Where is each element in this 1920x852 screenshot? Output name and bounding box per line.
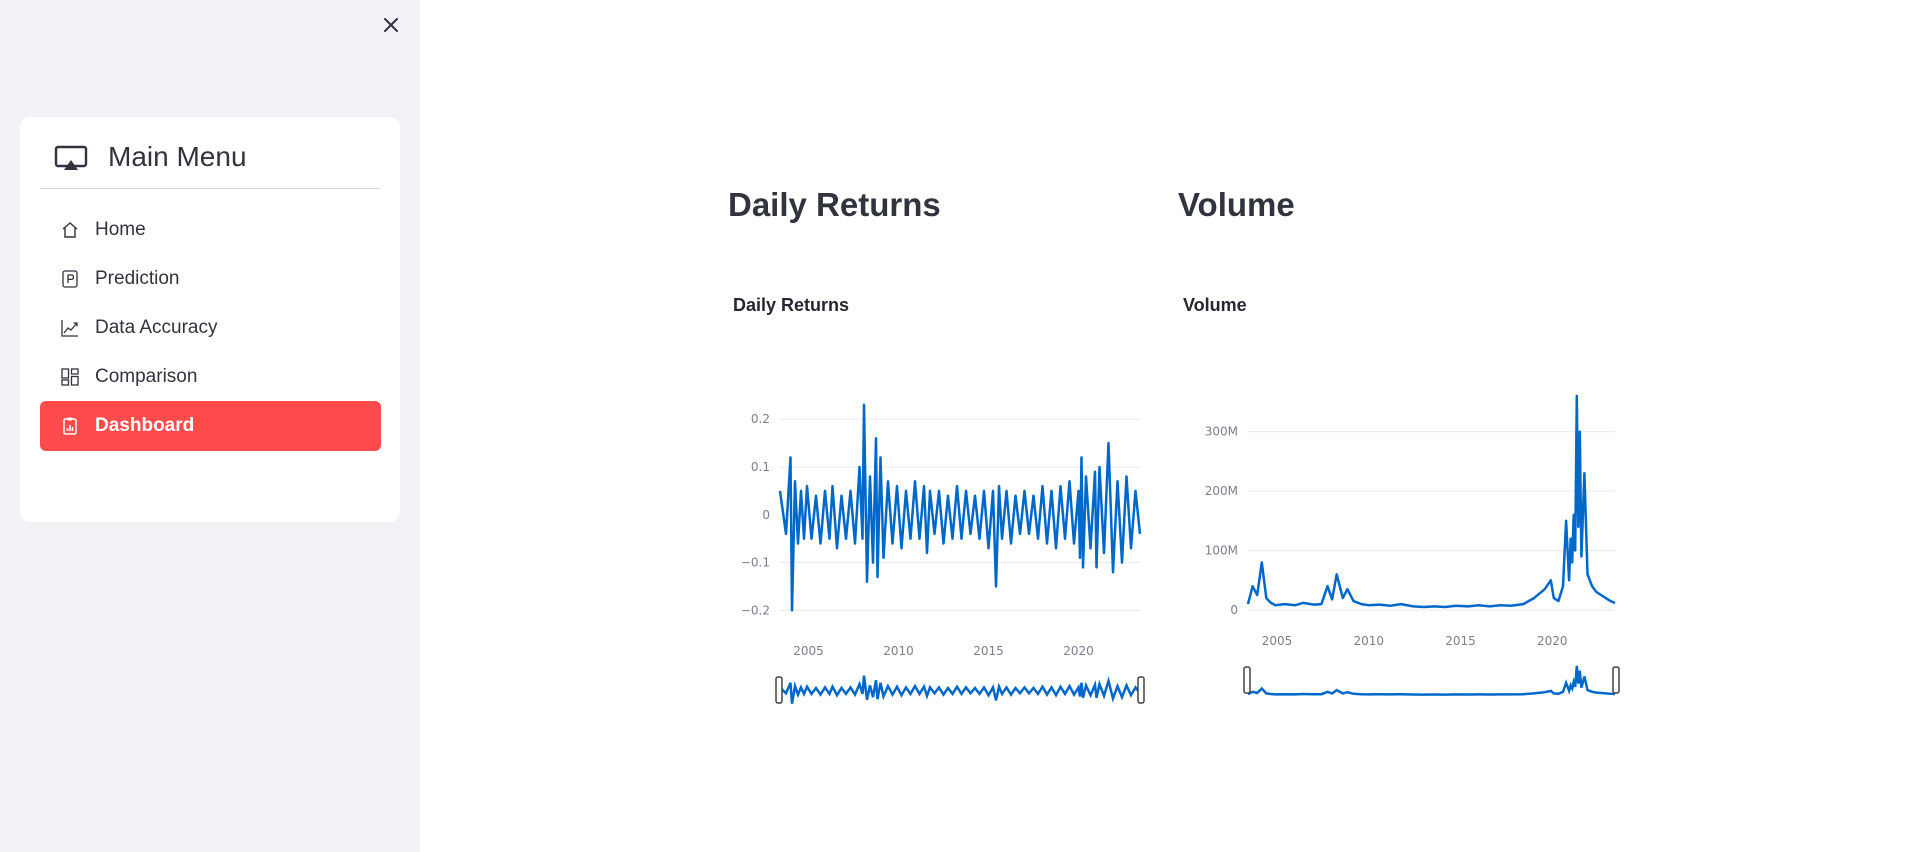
cast-icon	[54, 145, 88, 170]
graph-up-icon	[59, 317, 81, 339]
house-icon	[59, 219, 81, 241]
range-slider-right-handle[interactable]	[1612, 666, 1620, 694]
daily-returns-heading: Daily Returns	[728, 186, 941, 223]
y-tick-label: −0.1	[741, 556, 770, 570]
sidebar-item-prediction[interactable]: Prediction	[40, 254, 381, 304]
daily-returns-chart-title: Daily Returns	[733, 295, 850, 315]
y-tick-label: −0.2	[741, 603, 770, 617]
x-tick-label: 2005	[1262, 634, 1293, 648]
sidebar-item-label: Prediction	[95, 268, 180, 289]
sidebar-item-label: Home	[95, 219, 146, 240]
sidebar-item-home[interactable]: Home	[40, 205, 381, 255]
sidebar-item-data-accuracy[interactable]: Data Accuracy	[40, 303, 381, 353]
y-tick-label: 300M	[1205, 425, 1238, 439]
x-tick-label: 2010	[1354, 634, 1385, 648]
sidebar-item-dashboard[interactable]: Dashboard	[40, 401, 381, 451]
series-line	[778, 403, 1142, 612]
y-tick-label: 0.2	[751, 412, 770, 426]
range-slider-line	[779, 675, 1141, 704]
x-tick-label: 2005	[793, 644, 824, 658]
menu-title: Main Menu	[108, 141, 247, 172]
close-sidebar-button[interactable]	[378, 12, 404, 38]
volume-heading: Volume	[1178, 186, 1295, 223]
sidebar-item-comparison[interactable]: Comparison	[40, 352, 381, 402]
x-tick-label: 2015	[1445, 634, 1476, 648]
y-tick-label: 0.1	[751, 460, 770, 474]
range-slider-left-handle[interactable]	[1243, 666, 1251, 694]
close-icon	[384, 18, 398, 32]
main-menu: Main Menu Home Prediction Data Accuracy	[20, 117, 400, 522]
x-tick-label: 2015	[973, 644, 1004, 658]
volume-chart-title: Volume	[1183, 295, 1247, 315]
grid-icon	[59, 366, 81, 388]
range-slider-left-handle[interactable]	[775, 676, 783, 704]
sidebar-item-label: Dashboard	[95, 415, 195, 436]
series-line	[1246, 394, 1616, 609]
range-slider-line	[1247, 665, 1616, 696]
daily-returns-chart[interactable]: −0.2 −0.1 0 0.1 0.2 2005 2010 2015 2020	[720, 370, 1160, 720]
p-square-icon	[59, 268, 81, 290]
menu-header: Main Menu	[40, 139, 381, 189]
sidebar-item-label: Comparison	[95, 366, 198, 387]
sidebar-item-label: Data Accuracy	[95, 317, 218, 338]
y-tick-label: 0	[1230, 603, 1238, 617]
x-tick-label: 2010	[883, 644, 914, 658]
range-slider-right-handle[interactable]	[1137, 676, 1145, 704]
volume-chart[interactable]: 0 100M 200M 300M 2005 2010 2015 2020	[1170, 370, 1620, 720]
y-tick-label: 0	[762, 508, 770, 522]
x-tick-label: 2020	[1537, 634, 1568, 648]
sidebar: Main Menu Home Prediction Data Accuracy	[0, 0, 420, 852]
clipboard-data-icon	[59, 415, 81, 437]
y-tick-label: 100M	[1205, 544, 1238, 558]
y-tick-label: 200M	[1205, 484, 1238, 498]
x-tick-label: 2020	[1063, 644, 1094, 658]
